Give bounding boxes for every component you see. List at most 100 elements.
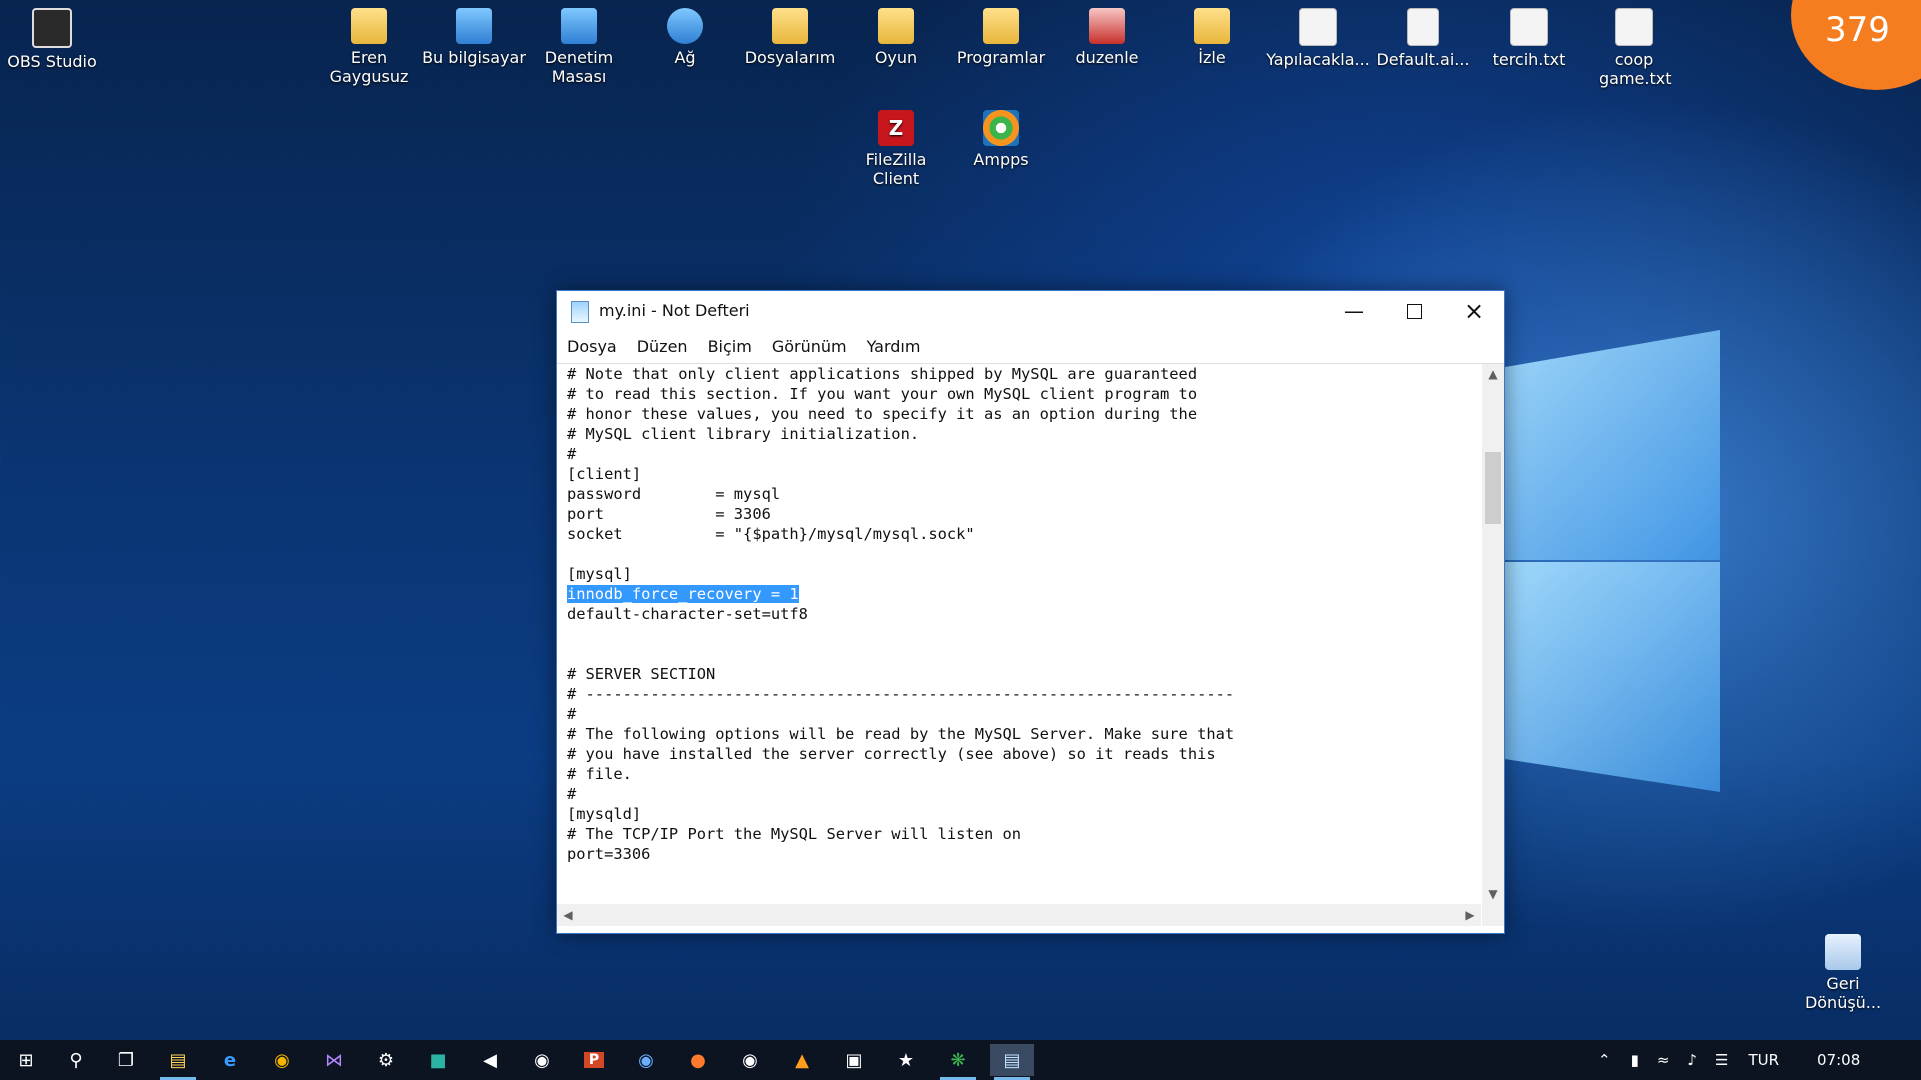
taskbar-app-camera[interactable]: ◉	[624, 1044, 668, 1076]
globe-icon: ◉	[534, 1049, 550, 1071]
edge-icon: e	[223, 1049, 237, 1071]
counter-badge: 379	[1791, 0, 1921, 90]
chevron-up-icon[interactable]: ⌃	[1598, 1051, 1611, 1069]
taskbar-powerpoint[interactable]: P	[572, 1044, 616, 1076]
editor-line: [mysqld]	[567, 805, 642, 823]
start-button[interactable]: ⊞	[4, 1044, 48, 1076]
minimize-icon: —	[1344, 299, 1364, 323]
editor-line: # MySQL client library initialization.	[567, 425, 920, 443]
minimize-button[interactable]: —	[1324, 291, 1384, 331]
taskbar-file-explorer[interactable]: ▤	[156, 1044, 200, 1080]
resize-grip[interactable]	[1482, 904, 1504, 926]
editor-line: password = mysql	[567, 485, 781, 503]
desktop-icon-game[interactable]: Oyun	[836, 8, 956, 67]
desktop-icon-documents[interactable]: Dosyalarım	[730, 8, 850, 67]
control-panel-icon	[561, 8, 597, 44]
desktop-icon-user[interactable]: Eren Gaygusuz	[309, 8, 429, 86]
computer-icon	[456, 8, 492, 44]
taskbar-app-orange[interactable]: ●	[676, 1044, 720, 1076]
taskbar-steam[interactable]: ◉	[728, 1044, 772, 1076]
desktop-icon-todo[interactable]: Yapılacakla...	[1258, 8, 1378, 69]
notepad-icon	[571, 301, 589, 323]
taskbar-app-sound[interactable]: ◀	[468, 1044, 512, 1076]
desktop-icon-programs[interactable]: Programlar	[941, 8, 1061, 67]
editor-line: [mysql]	[567, 565, 632, 583]
search-button[interactable]: ⚲	[54, 1044, 98, 1076]
desktop-icon-tercih[interactable]: tercih.txt	[1469, 8, 1589, 69]
taskbar-app-settings[interactable]: ⚙	[364, 1044, 408, 1076]
title-bar[interactable]: my.ini - Not Defteri — ×	[557, 291, 1504, 331]
network-icon	[667, 8, 703, 44]
clock[interactable]: 07:08	[1817, 1051, 1860, 1069]
scroll-right-icon[interactable]: ▶	[1459, 905, 1481, 925]
taskbar-visual-studio[interactable]: ⋈	[312, 1044, 356, 1076]
taskbar-app-cube[interactable]: ▣	[832, 1044, 876, 1076]
menu-bar: Dosya Düzen Biçim Görünüm Yardım	[557, 331, 1504, 364]
ampps-icon	[983, 110, 1019, 146]
file-icon	[1407, 8, 1439, 46]
system-tray: ⌃ ▮ ≈ ♪ ☰ TUR 07:08	[1598, 1040, 1860, 1080]
notification-icon[interactable]: ☰	[1715, 1051, 1728, 1069]
desktop-icon-izle[interactable]: İzle	[1152, 8, 1272, 67]
desktop-icon-obs[interactable]: OBS Studio	[0, 8, 112, 71]
text-editor[interactable]: # Note that only client applications shi…	[559, 364, 1479, 904]
fire-icon: ▲	[795, 1049, 809, 1071]
scroll-down-icon[interactable]: ▼	[1482, 884, 1504, 904]
taskbar-notepad[interactable]: ▤	[990, 1044, 1034, 1080]
close-icon: ×	[1463, 297, 1485, 325]
maximize-icon	[1406, 303, 1422, 319]
app-icon: ■	[429, 1049, 447, 1071]
menu-view[interactable]: Görünüm	[762, 331, 857, 363]
desktop-icon-network[interactable]: Ağ	[625, 8, 745, 67]
desktop-icon-coop[interactable]: coop game.txt	[1574, 8, 1694, 88]
menu-file[interactable]: Dosya	[557, 331, 627, 363]
volume-icon[interactable]: ♪	[1687, 1051, 1697, 1069]
taskbar-app-globe[interactable]: ◉	[520, 1044, 564, 1076]
horizontal-scrollbar[interactable]: ◀ ▶	[557, 904, 1481, 926]
vertical-scrollbar[interactable]: ▲ ▼	[1482, 364, 1504, 904]
language-indicator[interactable]: TUR	[1748, 1051, 1779, 1069]
taskbar: ⊞ ⚲ ❐ ▤ e ◉ ⋈ ⚙ ■ ◀ ◉ P ◉ ● ◉ ▲ ▣ ★ ❋ ▤ …	[0, 1040, 1921, 1080]
editor-line: # SERVER SECTION	[567, 665, 716, 683]
close-button[interactable]: ×	[1444, 291, 1504, 331]
chrome-icon: ◉	[274, 1049, 290, 1071]
search-icon: ⚲	[69, 1049, 83, 1071]
ampps-icon: ❋	[950, 1049, 966, 1071]
editor-line: socket = "{$path}/mysql/mysql.sock"	[567, 525, 975, 543]
visual-studio-icon: ⋈	[325, 1049, 343, 1071]
notepad-window[interactable]: my.ini - Not Defteri — × Dosya Düzen Biçim…	[556, 290, 1505, 934]
folder-icon	[772, 8, 808, 44]
menu-edit[interactable]: Düzen	[627, 331, 698, 363]
taskbar-ampps[interactable]: ❋	[936, 1044, 980, 1080]
desktop-icon-default[interactable]: Default.ai...	[1363, 8, 1483, 69]
wifi-icon[interactable]: ≈	[1657, 1051, 1670, 1069]
desktop-icon-recycle-bin[interactable]: Geri Dönüşü...	[1783, 934, 1903, 1012]
desktop-icon-filezilla[interactable]: Z FileZilla Client	[836, 110, 956, 188]
desktop-icon-control-panel[interactable]: Denetim Masası	[519, 8, 639, 86]
scroll-up-icon[interactable]: ▲	[1482, 364, 1504, 384]
menu-help[interactable]: Yardım	[857, 331, 931, 363]
vertical-scroll-thumb[interactable]	[1485, 452, 1501, 524]
editor-line: # to read this section. If you want your…	[567, 385, 1198, 403]
taskbar-app-fire[interactable]: ▲	[780, 1044, 824, 1076]
editor-line: #	[567, 785, 577, 803]
selected-text: innodb_force_recovery = 1	[567, 585, 799, 603]
desktop-icon-this-pc[interactable]: Bu bilgisayar	[414, 8, 534, 67]
taskbar-app-lion[interactable]: ★	[884, 1044, 928, 1076]
menu-format[interactable]: Biçim	[698, 331, 762, 363]
battery-icon[interactable]: ▮	[1631, 1051, 1639, 1069]
maximize-button[interactable]	[1384, 291, 1444, 331]
editor-line: # The TCP/IP Port the MySQL Server will …	[567, 825, 1022, 843]
cube-icon: ▣	[845, 1049, 863, 1071]
gear-icon: ⚙	[377, 1049, 395, 1071]
editor-line: [client]	[567, 465, 642, 483]
text-file-icon	[1615, 8, 1653, 46]
desktop-icon-ampps[interactable]: Ampps	[941, 110, 1061, 169]
desktop-icon-duzenle[interactable]: duzenle	[1047, 8, 1167, 67]
task-view-button[interactable]: ❐	[104, 1044, 148, 1076]
editor-line: # file.	[567, 765, 632, 783]
taskbar-edge[interactable]: e	[208, 1044, 252, 1076]
taskbar-app-teal[interactable]: ■	[416, 1044, 460, 1076]
scroll-left-icon[interactable]: ◀	[557, 905, 579, 925]
taskbar-chrome[interactable]: ◉	[260, 1044, 304, 1076]
